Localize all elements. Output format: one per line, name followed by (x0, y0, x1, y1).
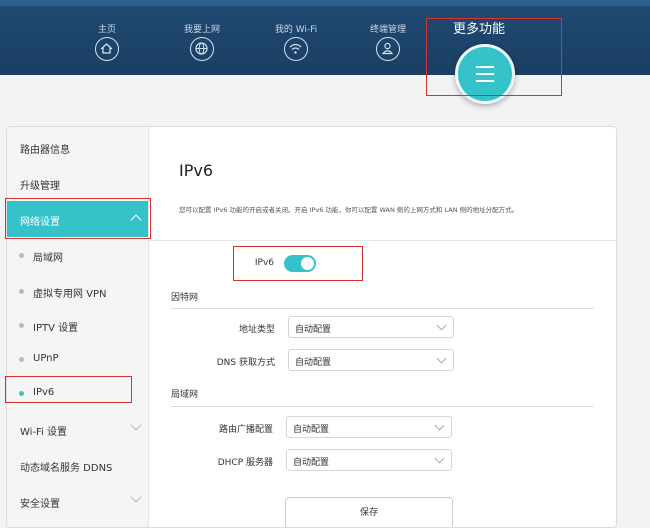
highlight-box-ipv6-menu (5, 376, 132, 403)
sidebar-item-label: 虚拟专用网 VPN (33, 289, 107, 300)
bullet-icon (19, 253, 24, 258)
sidebar-item-label: 局域网 (33, 253, 63, 264)
sidebar-item-label: 安全设置 (20, 499, 60, 510)
dhcp-select[interactable]: 自动配置 (286, 449, 452, 471)
chevron-down-icon (434, 420, 445, 431)
nav-internet-label: 我要上网 (183, 25, 220, 35)
bullet-icon (19, 323, 24, 328)
page-description: 您可以配置 IPv6 功能的开启或者关闭。开启 IPv6 功能，你可以配置 WA… (179, 206, 519, 214)
save-button[interactable]: 保存 (285, 497, 453, 527)
chevron-down-icon (436, 353, 447, 364)
highlight-box-more (426, 18, 562, 96)
nav-devices-label: 终端管理 (369, 25, 406, 35)
bullet-icon (19, 357, 24, 362)
home-icon (95, 37, 119, 61)
chevron-down-icon (130, 491, 142, 503)
highlight-box-ipv6-toggle (233, 246, 363, 281)
dhcp-label: DHCP 服务器 (217, 458, 273, 468)
route-broadcast-label: 路由广播配置 (218, 425, 273, 435)
globe-icon (190, 37, 214, 61)
sidebar-item-router-info[interactable]: 路由器信息 (7, 129, 148, 165)
sidebar-item-label: 动态域名服务 DDNS (20, 463, 113, 474)
bullet-icon (19, 289, 24, 294)
top-strip (0, 0, 650, 6)
user-icon (376, 37, 400, 61)
sidebar-item-security[interactable]: 安全设置 (7, 483, 148, 519)
address-type-select[interactable]: 自动配置 (288, 316, 454, 338)
sidebar-item-upnp[interactable]: UPnP (7, 341, 148, 377)
dns-label: DNS 获取方式 (216, 358, 275, 368)
section-lan: 局域网 (171, 390, 199, 400)
settings-panel: 路由器信息 升级管理 网络设置 局域网 虚拟专用网 VPN IPTV 设置 UP… (6, 126, 617, 528)
sidebar-item-lan[interactable]: 局域网 (7, 237, 148, 273)
wifi-icon (284, 37, 308, 61)
main-content: IPv6 您可以配置 IPv6 功能的开启或者关闭。开启 IPv6 功能，你可以… (149, 127, 616, 527)
select-value: 自动配置 (295, 358, 332, 368)
chevron-down-icon (434, 453, 445, 464)
divider (171, 406, 594, 407)
nav-wifi[interactable]: 我的 Wi-Fi (266, 24, 326, 61)
nav-wifi-label: 我的 Wi-Fi (274, 25, 318, 35)
sidebar-item-upgrade[interactable]: 升级管理 (7, 165, 148, 201)
chevron-down-icon (436, 320, 447, 331)
page-title: IPv6 (179, 161, 214, 180)
sidebar-item-label: UPnP (33, 353, 59, 364)
nav-internet[interactable]: 我要上网 (172, 24, 232, 61)
sidebar-item-ddns[interactable]: 动态域名服务 DDNS (7, 447, 148, 483)
sidebar-item-vpn[interactable]: 虚拟专用网 VPN (7, 273, 148, 309)
sidebar-item-label: 升级管理 (20, 181, 60, 192)
sidebar-item-label: IPTV 设置 (33, 323, 79, 334)
select-value: 自动配置 (293, 458, 330, 468)
section-internet: 因特网 (171, 293, 199, 303)
address-type-label: 地址类型 (238, 325, 275, 335)
nav-home[interactable]: 主页 (77, 24, 137, 61)
dns-select[interactable]: 自动配置 (288, 349, 454, 371)
highlight-box-network (5, 198, 151, 239)
route-broadcast-select[interactable]: 自动配置 (286, 416, 452, 438)
select-value: 自动配置 (295, 325, 332, 335)
sidebar-item-label: Wi-Fi 设置 (20, 427, 68, 438)
sidebar-item-wifi[interactable]: Wi-Fi 设置 (7, 411, 148, 447)
sidebar-item-iptv[interactable]: IPTV 设置 (7, 307, 148, 343)
nav-home-label: 主页 (97, 25, 116, 35)
sidebar: 路由器信息 升级管理 网络设置 局域网 虚拟专用网 VPN IPTV 设置 UP… (7, 127, 149, 527)
divider (171, 308, 594, 309)
nav-devices[interactable]: 终端管理 (358, 24, 418, 61)
sidebar-item-label: 路由器信息 (20, 145, 70, 156)
select-value: 自动配置 (293, 425, 330, 435)
divider (149, 240, 616, 241)
